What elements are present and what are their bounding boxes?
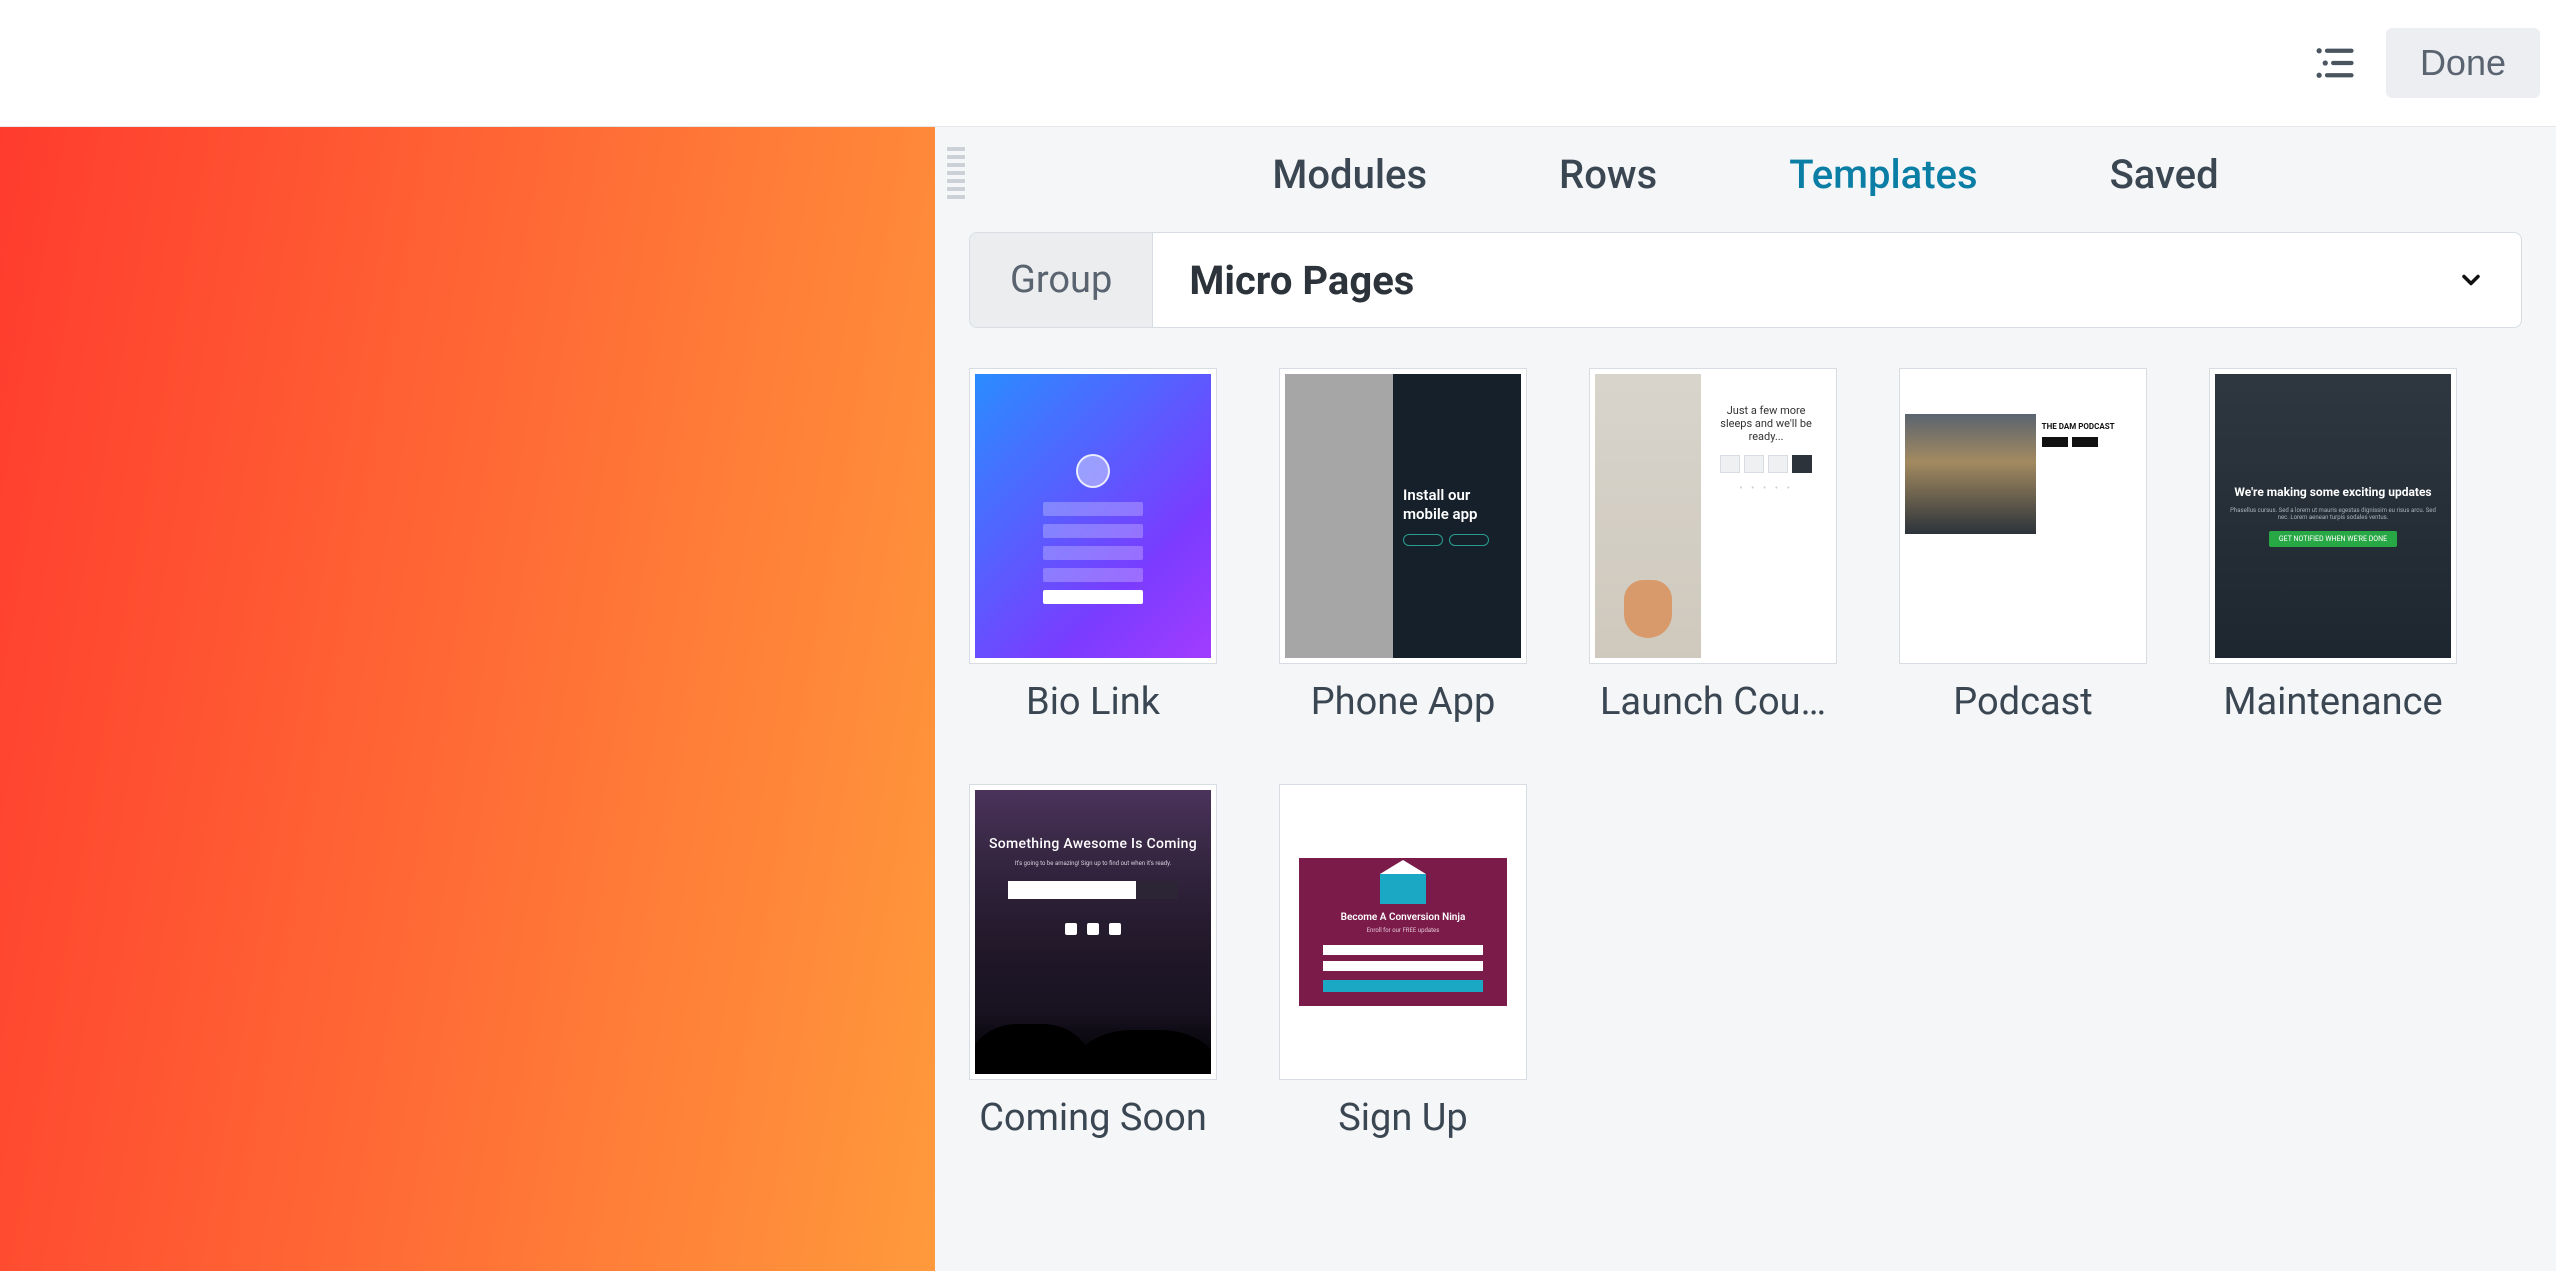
- template-launch-countdown[interactable]: Just a few more sleeps and we'll be read…: [1589, 368, 1837, 724]
- template-title: Bio Link: [969, 680, 1217, 724]
- templates-grid: Bio Link Install our mobile app Phone Ap…: [935, 368, 2556, 1140]
- top-toolbar: Done: [0, 0, 2556, 127]
- group-dropdown[interactable]: Micro Pages: [1153, 233, 2521, 327]
- template-sign-up[interactable]: Become A Conversion Ninja Enroll for our…: [1279, 784, 1527, 1140]
- template-title: Sign Up: [1279, 1096, 1527, 1140]
- panel-drag-handle[interactable]: [947, 147, 965, 199]
- content-panel: Modules Rows Templates Saved Group Micro…: [935, 127, 2556, 1271]
- thumb-text: We're making some exciting updates: [2234, 485, 2431, 499]
- thumb-text: Install our mobile app: [1403, 486, 1511, 524]
- group-selector: Group Micro Pages: [969, 232, 2522, 328]
- chevron-down-icon: [2457, 266, 2485, 294]
- template-podcast[interactable]: THE DAM PODCAST Podcast: [1899, 368, 2147, 724]
- panel-tabs: Modules Rows Templates Saved: [935, 147, 2556, 202]
- tab-templates[interactable]: Templates: [1783, 147, 1983, 202]
- thumb-text: Become A Conversion Ninja: [1341, 912, 1466, 923]
- thumb-text: Just a few more sleeps and we'll be read…: [1711, 404, 1821, 443]
- group-selected-value: Micro Pages: [1189, 257, 1414, 304]
- done-button[interactable]: Done: [2386, 28, 2540, 98]
- thumb-text: Something Awesome Is Coming: [989, 836, 1197, 852]
- template-phone-app[interactable]: Install our mobile app Phone App: [1279, 368, 1527, 724]
- template-title: Podcast: [1899, 680, 2147, 724]
- template-coming-soon[interactable]: Something Awesome Is Coming It's going t…: [969, 784, 1217, 1140]
- template-title: Maintenance: [2209, 680, 2457, 724]
- template-maintenance[interactable]: We're making some exciting updates Phase…: [2209, 368, 2457, 724]
- tab-saved[interactable]: Saved: [2104, 147, 2225, 202]
- template-title: Launch Cou…: [1589, 680, 1837, 724]
- outline-icon: [2313, 42, 2355, 84]
- template-title: Phone App: [1279, 680, 1527, 724]
- template-title: Coming Soon: [969, 1096, 1217, 1140]
- editor-canvas[interactable]: [0, 127, 935, 1271]
- outline-button[interactable]: [2306, 35, 2362, 91]
- thumb-text: THE DAM PODCAST: [2042, 422, 2135, 431]
- tab-rows[interactable]: Rows: [1553, 147, 1663, 202]
- group-label: Group: [970, 233, 1153, 327]
- template-bio-link[interactable]: Bio Link: [969, 368, 1217, 724]
- tab-modules[interactable]: Modules: [1266, 147, 1433, 202]
